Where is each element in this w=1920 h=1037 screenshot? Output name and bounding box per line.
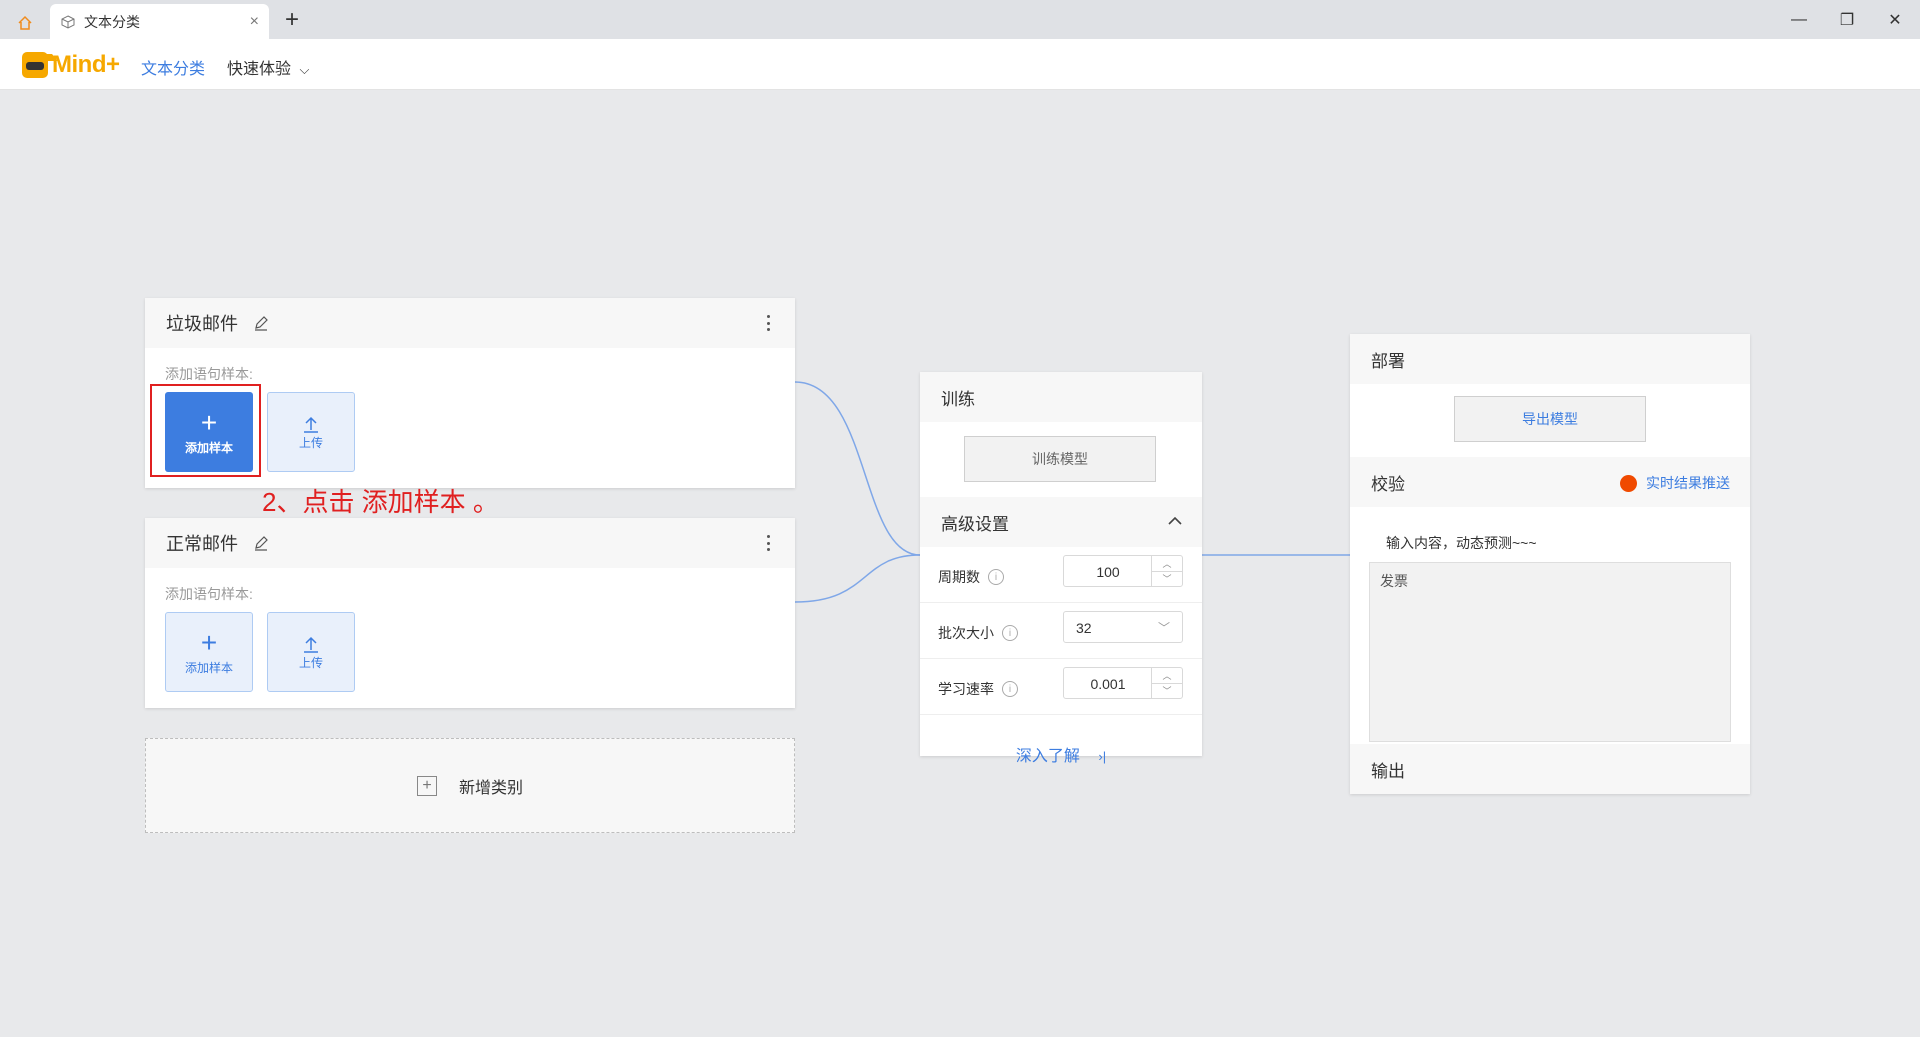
edit-icon[interactable]: [252, 534, 270, 552]
tab-text-classification[interactable]: 文本分类 ×: [50, 4, 269, 39]
batch-size-select[interactable]: 32 ﹀: [1063, 611, 1183, 643]
export-model-button[interactable]: 导出模型: [1454, 396, 1646, 442]
deploy-panel: 部署 导出模型 校验 实时结果推送 输入内容，动态预测~~~ 发票 输出: [1350, 334, 1750, 794]
minimize-button[interactable]: —: [1776, 0, 1822, 39]
advanced-settings-title: 高级设置: [941, 514, 1009, 534]
add-category-button[interactable]: + 新增类别: [145, 738, 795, 833]
output-title: 输出: [1371, 761, 1405, 781]
nav-quick-experience[interactable]: 快速体验 ⌵: [227, 55, 309, 79]
epochs-stepper: ︿ ﹀: [1151, 556, 1182, 586]
param-label-text: 周期数: [938, 569, 980, 585]
tab-close-icon[interactable]: ×: [250, 13, 259, 31]
more-icon[interactable]: [767, 535, 771, 551]
instruction-annotation: 2、点击 添加样本 。: [262, 487, 499, 517]
epochs-value: 100: [1096, 564, 1120, 580]
upload-label: 上传: [298, 435, 323, 450]
learning-rate-value: 0.001: [1090, 676, 1126, 692]
close-window-button[interactable]: ✕: [1872, 0, 1918, 39]
verify-header: 校验 实时结果推送: [1350, 457, 1750, 507]
deploy-title: 部署: [1371, 351, 1405, 371]
add-sample-button[interactable]: + 添加样本: [165, 612, 253, 692]
batch-size-value: 32: [1076, 620, 1092, 636]
train-model-button[interactable]: 训练模型: [964, 436, 1156, 482]
increment-icon[interactable]: ︿: [1152, 668, 1182, 683]
param-row-learning-rate: 学习速率 i 0.001 ︿ ﹀: [920, 659, 1202, 715]
mindplus-logo[interactable]: Mind+: [22, 51, 120, 79]
sample-hint: 添加语句样本:: [165, 366, 253, 382]
info-icon[interactable]: i: [1002, 625, 1018, 641]
chevron-up-icon[interactable]: [1168, 516, 1182, 526]
chevron-down-icon: ⌵: [299, 62, 310, 77]
add-sample-label: 添加样本: [184, 660, 233, 675]
learning-rate-stepper: ︿ ﹀: [1151, 668, 1182, 698]
decrement-icon[interactable]: ﹀: [1152, 570, 1182, 587]
category-title: 正常邮件: [166, 534, 238, 554]
predict-input[interactable]: 发票: [1369, 562, 1731, 742]
restore-button[interactable]: ❐: [1824, 0, 1870, 39]
advanced-settings-header[interactable]: 高级设置: [920, 497, 1202, 547]
chevron-down-icon: ﹀: [1157, 621, 1170, 635]
upload-label: 上传: [298, 655, 323, 670]
more-icon[interactable]: [767, 315, 771, 331]
upload-button[interactable]: 上传: [267, 392, 355, 472]
info-icon[interactable]: i: [1002, 681, 1018, 697]
category-card-normal: 正常邮件 添加语句样本: + 添加样本 上传: [145, 518, 795, 708]
predict-hint: 输入内容，动态预测~~~: [1386, 535, 1537, 551]
nav-quick-label: 快速体验: [227, 61, 292, 78]
live-push-label: 实时结果推送: [1646, 475, 1730, 491]
train-title: 训练: [941, 389, 975, 409]
upload-button[interactable]: 上传: [267, 612, 355, 692]
train-panel: 训练 训练模型 高级设置 周期数 i 100 ︿ ﹀ 批次大小 i 32 ﹀ 学…: [920, 372, 1202, 765]
edit-icon[interactable]: [252, 314, 270, 332]
category-card-spam: 垃圾邮件 添加语句样本: + 添加样本 上传: [145, 298, 795, 488]
learn-more-link[interactable]: 深入了解 ›|: [920, 742, 1202, 766]
add-sample-label: 添加样本: [184, 440, 233, 455]
output-header: 输出: [1350, 744, 1750, 794]
param-label: 批次大小 i: [938, 623, 1018, 643]
decrement-icon[interactable]: ﹀: [1152, 682, 1182, 699]
live-status-dot: [1620, 474, 1637, 492]
upload-icon: [304, 636, 318, 653]
title-bar: 文本分类 × + — ❐ ✕: [0, 0, 1920, 39]
tab-title: 文本分类: [84, 13, 140, 30]
new-tab-button[interactable]: +: [278, 6, 306, 34]
deploy-header: 部署: [1350, 334, 1750, 384]
info-icon[interactable]: i: [988, 569, 1004, 585]
plus-icon: +: [200, 406, 218, 438]
upload-icon: [304, 416, 318, 433]
arrow-right-icon: ›|: [1098, 749, 1107, 764]
learning-rate-input[interactable]: 0.001 ︿ ﹀: [1063, 667, 1183, 699]
add-sample-button[interactable]: + 添加样本: [165, 392, 253, 472]
add-category-label: 新增类别: [458, 779, 523, 797]
logo-text: Mind+: [52, 51, 120, 78]
param-label-text: 批次大小: [938, 625, 994, 641]
category-header: 垃圾邮件: [145, 298, 795, 348]
plus-icon: +: [200, 626, 218, 658]
sample-hint: 添加语句样本:: [165, 586, 253, 602]
mascot-icon: [22, 52, 58, 78]
nav-text-classification[interactable]: 文本分类: [141, 55, 205, 79]
param-label: 学习速率 i: [938, 679, 1018, 699]
plus-square-icon: +: [416, 775, 437, 796]
live-push-toggle[interactable]: 实时结果推送: [1620, 473, 1730, 493]
verify-title: 校验: [1371, 474, 1405, 494]
increment-icon[interactable]: ︿: [1152, 556, 1182, 571]
param-row-batch-size: 批次大小 i 32 ﹀: [920, 603, 1202, 659]
cube-icon: [60, 14, 76, 30]
param-row-epochs: 周期数 i 100 ︿ ﹀: [920, 547, 1202, 603]
train-header: 训练: [920, 372, 1202, 422]
category-title: 垃圾邮件: [166, 314, 238, 334]
param-label-text: 学习速率: [938, 681, 994, 697]
category-header: 正常邮件: [145, 518, 795, 568]
epochs-input[interactable]: 100 ︿ ﹀: [1063, 555, 1183, 587]
learn-more-label: 深入了解: [1015, 748, 1080, 765]
param-label: 周期数 i: [938, 567, 1004, 587]
home-icon[interactable]: [8, 6, 42, 39]
